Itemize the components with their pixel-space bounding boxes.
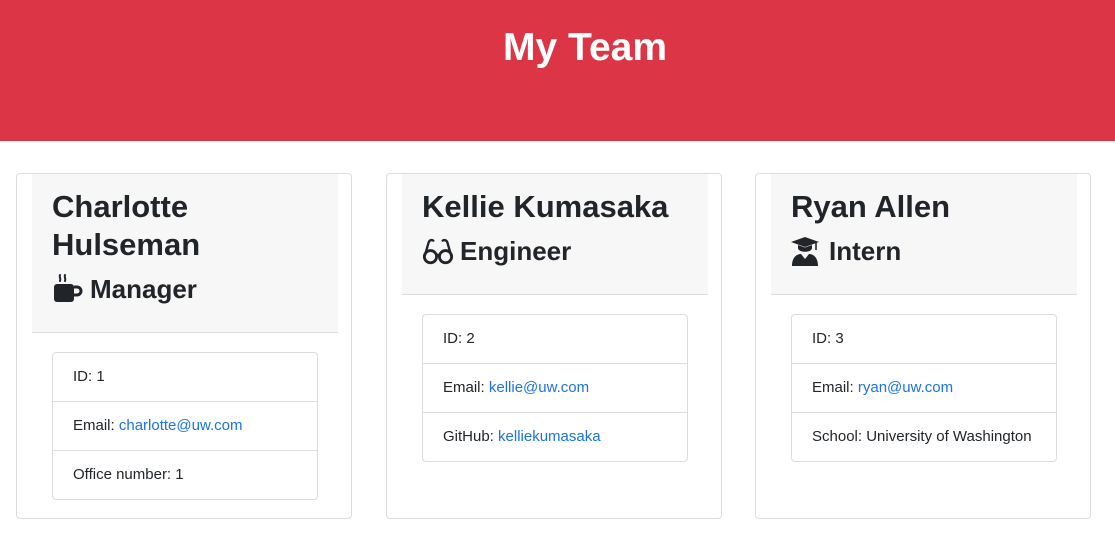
school-label: School:	[812, 428, 863, 445]
email-link[interactable]: kellie@uw.com	[489, 379, 589, 396]
role-label: Engineer	[460, 236, 572, 266]
id-value: 1	[96, 368, 105, 385]
employee-name: Charlotte Hulseman	[52, 189, 201, 262]
employee-card-manager: Charlotte Hulseman Manager ID: 1 Email: …	[16, 173, 352, 519]
employee-email: Email: charlotte@uw.com	[53, 402, 317, 451]
glasses-icon	[422, 238, 454, 265]
email-link[interactable]: charlotte@uw.com	[119, 417, 243, 434]
employee-email: Email: kellie@uw.com	[423, 364, 687, 413]
employee-info-list: ID: 1 Email: charlotte@uw.com Office num…	[52, 352, 318, 500]
school-value: University of Washington	[866, 428, 1032, 445]
card-header: Ryan Allen Intern	[771, 174, 1077, 295]
id-label: ID:	[443, 330, 463, 347]
employee-name: Kellie Kumasaka	[422, 189, 669, 224]
employee-id: ID: 2	[423, 315, 687, 364]
id-label: ID:	[73, 368, 93, 385]
github-link[interactable]: kelliekumasaka	[498, 428, 601, 445]
employee-school: School: University of Washington	[792, 413, 1056, 461]
role-label: Intern	[829, 236, 902, 266]
page-title: My Team	[503, 26, 667, 69]
email-label: Email:	[812, 379, 854, 396]
id-label: ID:	[812, 330, 832, 347]
employee-card-intern: Ryan Allen Intern ID: 3 Email: ryan@uw.c…	[755, 173, 1091, 519]
employee-office-number: Office number: 1	[53, 451, 317, 499]
mug-icon	[54, 274, 83, 302]
card-header: Kellie Kumasaka Engineer	[402, 174, 708, 295]
employee-id: ID: 1	[53, 353, 317, 402]
employee-name: Ryan Allen	[791, 189, 951, 224]
employee-email: Email: ryan@uw.com	[792, 364, 1056, 413]
employee-role: Engineer	[422, 234, 688, 268]
employee-github: GitHub: kelliekumasaka	[423, 413, 687, 461]
role-label: Manager	[90, 274, 197, 304]
id-value: 3	[835, 330, 844, 347]
id-value: 2	[466, 330, 475, 347]
employee-info-list: ID: 2 Email: kellie@uw.com GitHub: kelli…	[422, 314, 688, 462]
employee-card-engineer: Kellie Kumasaka Engineer ID: 2 Email: ke…	[386, 173, 722, 519]
office-number-label: Office number:	[73, 466, 172, 483]
office-number-value: 1	[175, 466, 184, 483]
employee-id: ID: 3	[792, 315, 1056, 364]
github-label: GitHub:	[443, 428, 494, 445]
email-link[interactable]: ryan@uw.com	[858, 379, 953, 396]
email-label: Email:	[73, 417, 115, 434]
employee-info-list: ID: 3 Email: ryan@uw.com School: Univers…	[791, 314, 1057, 462]
employee-role: Intern	[791, 234, 1057, 268]
email-label: Email:	[443, 379, 485, 396]
graduate-icon	[791, 237, 819, 266]
page-banner: My Team	[0, 0, 1115, 141]
employee-role: Manager	[52, 272, 318, 306]
card-header: Charlotte Hulseman Manager	[32, 174, 338, 333]
